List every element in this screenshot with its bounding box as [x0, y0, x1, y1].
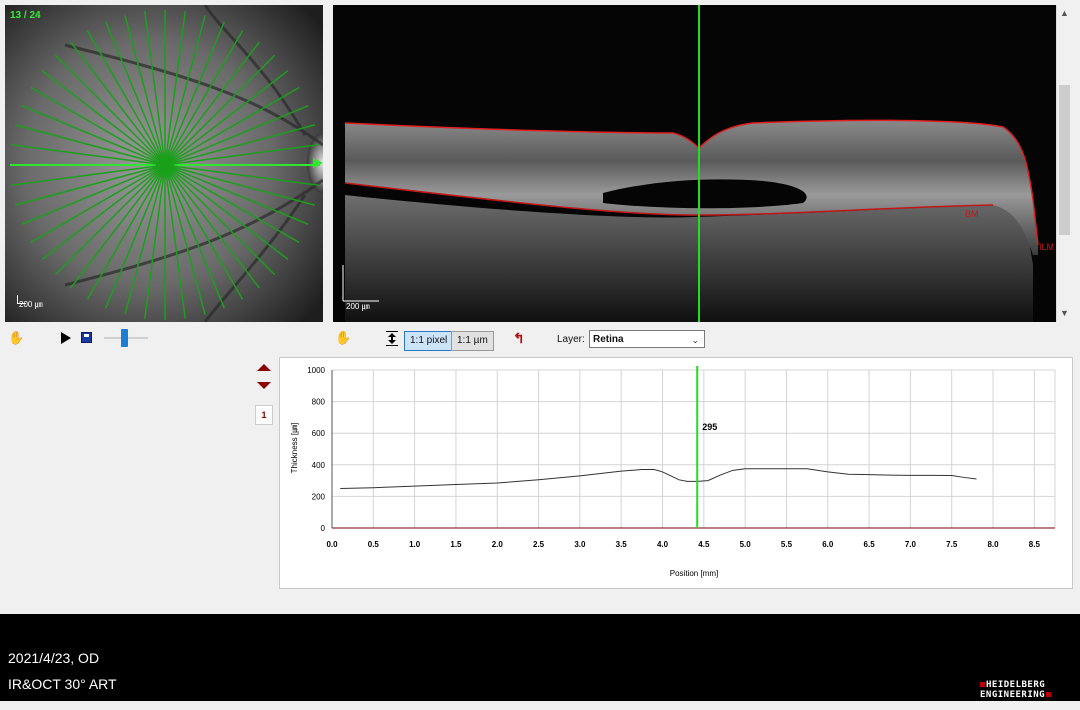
x-tick-label: 3.5 — [616, 540, 628, 549]
scan-counter: 13 / 24 — [10, 10, 41, 21]
footer-bar: 2021/4/23, OD IR&OCT 30° ART HEIDELBERG … — [0, 614, 1080, 701]
x-tick-label: 7.5 — [946, 540, 958, 549]
next-arrow-icon[interactable] — [257, 382, 271, 389]
thickness-series-line — [340, 468, 977, 489]
oct-svg: BM ILM 200 ㎛ — [333, 5, 1056, 322]
layer-label: Layer: — [557, 334, 585, 345]
save-icon[interactable] — [81, 332, 92, 343]
oct-bscan[interactable]: BM ILM 200 ㎛ — [333, 5, 1056, 322]
x-axis-label: Position [mm] — [670, 569, 718, 578]
y-tick-label: 1000 — [307, 366, 325, 375]
oct-scale-label: 200 ㎛ — [346, 302, 370, 312]
scroll-down-icon[interactable]: ▼ — [1060, 308, 1069, 318]
logo-line1: HEIDELBERG — [986, 680, 1046, 690]
y-axis-label: Thickness [㎛] — [290, 423, 300, 474]
x-tick-label: 0.5 — [368, 540, 380, 549]
scale-1to1-pixel-button[interactable]: 1:1 pixel — [404, 331, 454, 351]
layer-select[interactable]: Retina ⌄ — [589, 330, 705, 348]
hand-icon[interactable]: ✋ — [335, 330, 351, 346]
x-tick-label: 6.5 — [864, 540, 876, 549]
cursor-group: 295 — [696, 366, 717, 528]
fundus-svg — [5, 5, 323, 322]
chart-axes — [331, 370, 1055, 529]
x-tick-label: 4.0 — [657, 540, 669, 549]
x-tick-label: 5.5 — [781, 540, 793, 549]
x-tick-label: 6.0 — [822, 540, 834, 549]
fit-height-icon[interactable] — [386, 331, 398, 346]
chevron-down-icon: ⌄ — [691, 335, 699, 345]
x-tick-label: 8.0 — [987, 540, 999, 549]
heidelberg-logo: HEIDELBERG ENGINEERING — [980, 680, 1078, 710]
bm-label: BM — [965, 209, 979, 219]
modality-label: IR&OCT 30° ART — [8, 676, 117, 692]
x-tick-label: 3.0 — [574, 540, 586, 549]
x-tick-label: 7.0 — [905, 540, 917, 549]
x-tick-label: 2.5 — [533, 540, 545, 549]
cursor-tool-icon[interactable]: ↰ — [513, 330, 525, 347]
previous-arrow-icon[interactable] — [257, 364, 271, 371]
series-group — [340, 468, 977, 489]
scroll-thumb[interactable] — [1059, 85, 1070, 235]
oct-scrollbar[interactable]: ▲ ▼ — [1056, 5, 1072, 322]
x-tick-labels: 0.0 0.5 1.0 1.5 2.0 2.5 3.0 3.5 4.0 4.5 5.0 5.5 6.0 6… — [326, 540, 1040, 549]
zoom-slider-handle[interactable] — [121, 329, 128, 347]
play-icon[interactable] — [61, 332, 71, 344]
ilm-label: ILM — [1039, 242, 1054, 252]
x-tick-label: 1.5 — [450, 540, 462, 549]
scroll-up-icon[interactable]: ▲ — [1060, 8, 1069, 18]
thickness-chart-panel: 0.0 0.5 1.0 1.5 2.0 2.5 3.0 3.5 4.0 4.5 5.0 5.5 6.0 6… — [279, 357, 1073, 589]
x-tick-label: 4.5 — [698, 540, 710, 549]
x-tick-label: 5.0 — [740, 540, 752, 549]
x-tick-label: 8.5 — [1029, 540, 1041, 549]
cursor-value-label: 295 — [702, 422, 717, 432]
fundus-scale-label: 200 ㎛ — [19, 300, 43, 309]
y-tick-label: 200 — [312, 492, 326, 501]
fundus-image[interactable]: 13 / 24 200 ㎛ — [5, 5, 323, 322]
layer-select-value: Retina — [593, 334, 624, 345]
x-tick-label: 1.0 — [409, 540, 421, 549]
x-tick-label: 2.0 — [492, 540, 504, 549]
y-tick-label: 800 — [312, 398, 326, 407]
y-tick-labels: 0 200 400 600 800 1000 — [307, 366, 325, 533]
chart-grid — [331, 369, 1056, 529]
y-tick-label: 400 — [312, 461, 326, 470]
logo-line2: ENGINEERING — [980, 690, 1046, 700]
index-badge[interactable]: 1 — [255, 405, 273, 425]
y-tick-label: 0 — [321, 524, 326, 533]
thickness-chart: 0.0 0.5 1.0 1.5 2.0 2.5 3.0 3.5 4.0 4.5 5.0 5.5 6.0 6… — [290, 366, 1056, 578]
hand-icon[interactable]: ✋ — [8, 330, 24, 346]
exam-date-eye: 2021/4/23, OD — [8, 650, 100, 666]
scale-1to1-um-button[interactable]: 1:1 µm — [451, 331, 494, 351]
x-tick-label: 0.0 — [326, 540, 338, 549]
y-tick-label: 600 — [312, 429, 326, 438]
